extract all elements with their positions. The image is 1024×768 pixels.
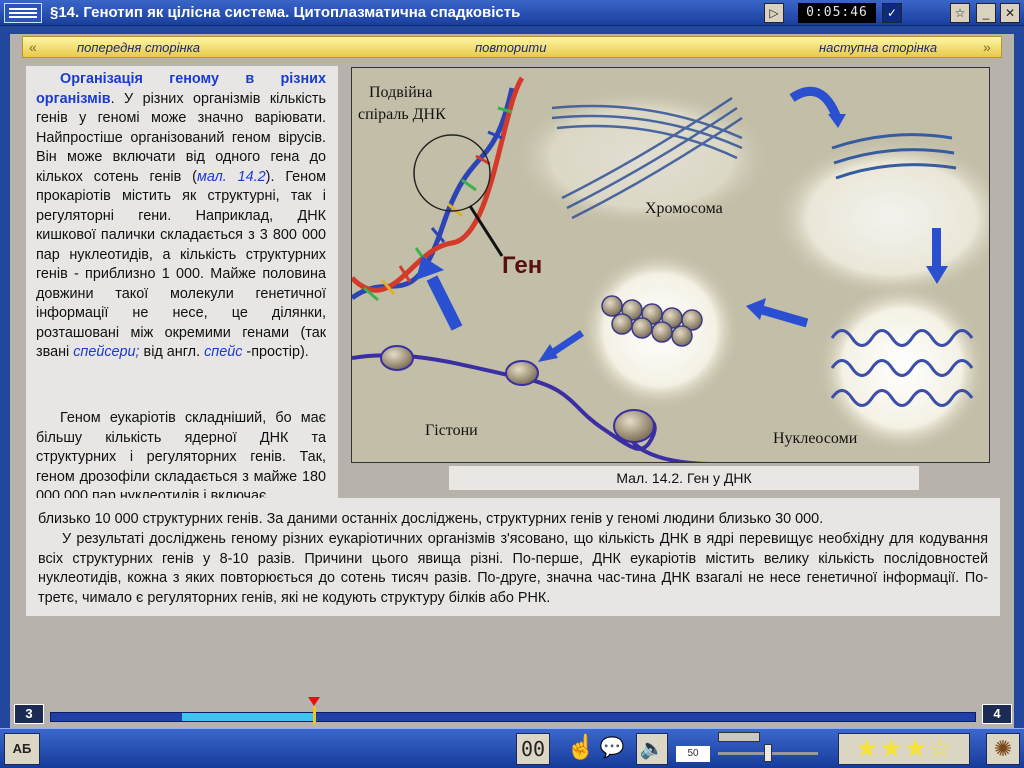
chat-icon[interactable]: 💬	[598, 733, 626, 765]
term-space: спейс	[204, 344, 243, 360]
paragraph-eukaryote-genome: Геном еукаріотів складніший, бо має біль…	[36, 410, 326, 504]
prev-page-number[interactable]: 3	[14, 704, 44, 724]
bottom-toolbar: АБ 00 ☝ 💬 🔈 ★★★☆ ✺	[0, 728, 1024, 768]
alphabet-button[interactable]: АБ	[4, 733, 40, 765]
next-page-number[interactable]: 4	[982, 704, 1012, 724]
close-button[interactable]: ✕	[1000, 3, 1020, 23]
paragraph-genome-organization: Організація геному в різних організмів. …	[36, 71, 326, 360]
frame	[0, 26, 1024, 34]
prev-page-link[interactable]: попередня сторінка	[77, 40, 200, 55]
label-double-helix-1: Подвійна	[369, 84, 433, 101]
progress-marker-icon	[307, 697, 320, 706]
menu-wheel-icon[interactable]: ✺	[986, 733, 1020, 765]
figure-reference-link[interactable]: мал. 14.2	[197, 169, 266, 185]
progress-handle[interactable]	[312, 706, 316, 724]
paragraph-research-results: У результаті досліджень геному різних еу…	[38, 531, 988, 606]
label-nucleosomes: Нуклеосоми	[773, 430, 858, 447]
hand-icon[interactable]: ☝	[566, 733, 596, 765]
session-timer: 0:05:46	[798, 3, 876, 23]
title-bar: §14. Генотип як цілісна система. Цитопла…	[0, 0, 1024, 26]
figure-gene-in-dna: Подвійна спіраль ДНК Ген Хромосома Гісто…	[351, 67, 990, 463]
label-chromosome: Хромосома	[645, 200, 723, 217]
star-rating-icon[interactable]: ★★★☆	[838, 733, 970, 765]
frame-right	[1014, 26, 1024, 730]
chevron-left-icon: «	[29, 39, 37, 55]
page-navigation: « попередня сторінка повторити наступна …	[22, 36, 1002, 58]
term-spacers: спейсери;	[73, 344, 140, 360]
speaker-icon[interactable]: 🔈	[636, 733, 668, 765]
check-icon[interactable]: ✓	[882, 3, 902, 23]
chevron-right-icon: »	[983, 39, 991, 55]
progress-played	[182, 713, 314, 721]
window-title: §14. Генотип як цілісна система. Цитопла…	[50, 4, 521, 21]
volume-value: 50	[676, 746, 710, 762]
figure-caption: Мал. 14.2. Ген у ДНК	[449, 466, 919, 490]
favorite-star-icon[interactable]: ☆	[950, 3, 970, 23]
volume-slider-knob[interactable]	[764, 744, 772, 762]
minimize-button[interactable]: _	[976, 3, 996, 23]
frame-left	[0, 26, 10, 730]
repeat-link[interactable]: повторити	[475, 40, 546, 55]
next-page-link[interactable]: наступна сторінка	[819, 40, 937, 55]
figure-illustration	[352, 76, 989, 462]
label-double-helix-2: спіраль ДНК	[358, 106, 446, 123]
play-button[interactable]: ▷	[764, 3, 784, 23]
app-menu-icon[interactable]	[4, 3, 42, 23]
label-histones: Гістони	[425, 422, 478, 439]
paragraph-structural-genes: близько 10 000 структурних генів. За дан…	[38, 511, 824, 527]
label-gene: Ген	[502, 252, 543, 279]
answer-counter: 00	[516, 733, 550, 765]
volume-meter	[718, 732, 760, 742]
